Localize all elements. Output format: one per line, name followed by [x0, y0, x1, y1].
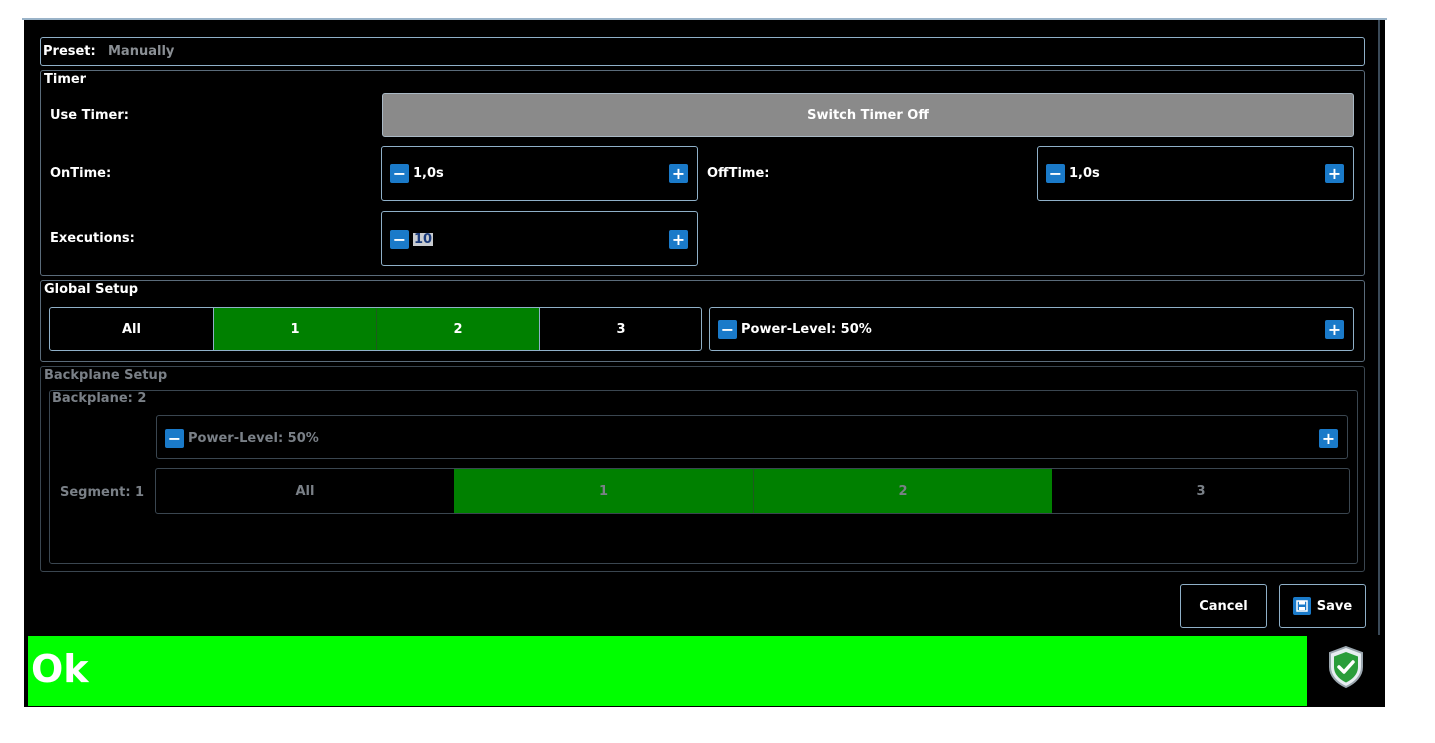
minus-icon: − — [720, 319, 735, 339]
segment-label: 2 — [453, 321, 463, 337]
segment-label: 1 — [290, 321, 300, 337]
global-segment-all[interactable]: All — [50, 308, 213, 350]
plus-icon: + — [1327, 163, 1342, 183]
shield-check-icon — [1322, 643, 1370, 691]
cancel-button-label: Cancel — [1199, 598, 1248, 614]
use-timer-label: Use Timer: — [50, 108, 129, 123]
global-segment-1[interactable]: 1 — [213, 308, 376, 350]
executions-label: Executions: — [50, 231, 135, 246]
window-top-border — [22, 18, 1387, 20]
minus-icon: − — [392, 229, 407, 249]
off-time-value: 1,0s — [1069, 166, 1100, 181]
backplane-power-level-stepper[interactable]: − Power-Level: 50% + — [156, 415, 1348, 459]
switch-timer-button-label: Switch Timer Off — [807, 107, 929, 123]
backplane-setup-title: Backplane Setup — [44, 368, 168, 383]
timer-group-title: Timer — [44, 72, 87, 87]
backplane-subtitle: Backplane: 2 — [52, 391, 147, 406]
off-time-minus-button[interactable]: − — [1046, 164, 1065, 183]
executions-minus-button[interactable]: − — [390, 230, 409, 249]
minus-icon: − — [167, 428, 182, 448]
backplane-segment-2[interactable]: 2 — [753, 469, 1052, 513]
window-right-border — [1378, 20, 1380, 635]
on-time-plus-button[interactable]: + — [669, 164, 688, 183]
on-time-minus-button[interactable]: − — [390, 164, 409, 183]
plus-icon: + — [671, 163, 686, 183]
plus-icon: + — [1327, 319, 1342, 339]
backplane-segment-selector[interactable]: All 1 2 3 — [155, 468, 1350, 514]
global-power-level-value: Power-Level: 50% — [741, 322, 872, 337]
status-text: Ok — [31, 647, 89, 691]
global-power-minus-button[interactable]: − — [718, 320, 737, 339]
save-button[interactable]: Save — [1279, 584, 1366, 628]
executions-plus-button[interactable]: + — [669, 230, 688, 249]
backplane-power-minus-button[interactable]: − — [165, 429, 184, 448]
backplane-segment-3[interactable]: 3 — [1052, 469, 1349, 513]
global-segment-selector[interactable]: All 1 2 3 — [49, 307, 702, 351]
on-time-label: OnTime: — [50, 166, 112, 181]
on-time-value: 1,0s — [413, 166, 444, 181]
segment-label: 3 — [1196, 483, 1206, 499]
off-time-label: OffTime: — [707, 166, 770, 181]
global-segment-2[interactable]: 2 — [376, 308, 539, 350]
executions-stepper[interactable]: − 10 + — [381, 211, 698, 266]
minus-icon: − — [392, 163, 407, 183]
global-power-plus-button[interactable]: + — [1325, 320, 1344, 339]
segment-label: 3 — [616, 321, 626, 337]
save-icon — [1292, 597, 1311, 615]
segment-label: 2 — [898, 483, 908, 499]
backplane-segment-label: Segment: 1 — [60, 485, 145, 500]
backplane-power-level-value: Power-Level: 50% — [188, 431, 319, 446]
segment-label: All — [122, 321, 141, 337]
switch-timer-button[interactable]: Switch Timer Off — [382, 93, 1354, 137]
cancel-button[interactable]: Cancel — [1180, 584, 1267, 628]
executions-value[interactable]: 10 — [413, 233, 434, 246]
off-time-plus-button[interactable]: + — [1325, 164, 1344, 183]
minus-icon: − — [1048, 163, 1063, 183]
off-time-stepper[interactable]: − 1,0s + — [1037, 146, 1354, 201]
status-bar: Ok — [28, 636, 1307, 706]
global-setup-title: Global Setup — [44, 282, 139, 297]
plus-icon: + — [671, 229, 686, 249]
preset-field[interactable] — [40, 37, 1365, 66]
preset-label: Preset: — [43, 44, 96, 59]
on-time-stepper[interactable]: − 1,0s + — [381, 146, 698, 201]
segment-label: 1 — [598, 483, 609, 499]
preset-value: Manually — [108, 44, 175, 59]
global-power-level-stepper[interactable]: − Power-Level: 50% + — [709, 307, 1354, 351]
segment-label: All — [295, 483, 315, 499]
backplane-segment-1[interactable]: 1 — [454, 469, 753, 513]
global-segment-3[interactable]: 3 — [539, 308, 701, 350]
backplane-segment-all[interactable]: All — [156, 469, 454, 513]
plus-icon: + — [1321, 428, 1336, 448]
backplane-power-plus-button[interactable]: + — [1319, 429, 1338, 448]
save-button-label: Save — [1316, 598, 1353, 614]
